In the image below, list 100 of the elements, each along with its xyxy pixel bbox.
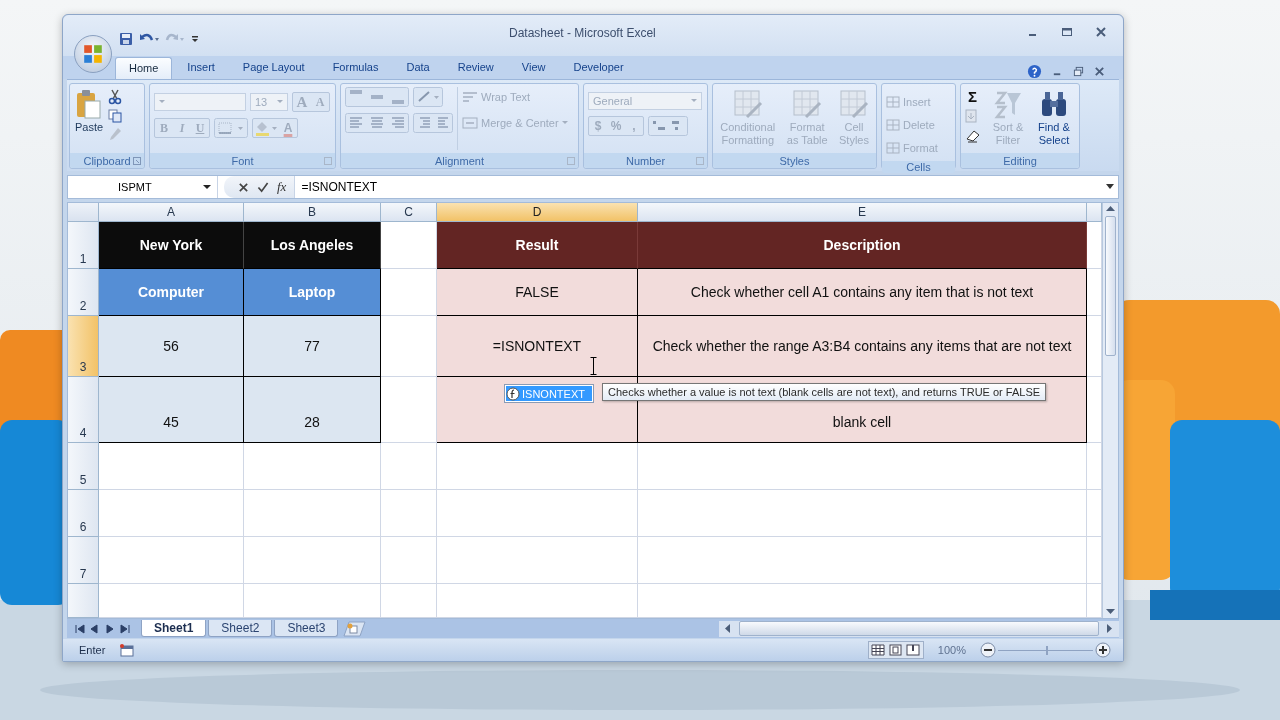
restore-icon[interactable] bbox=[1073, 66, 1084, 77]
binoculars-icon bbox=[1039, 89, 1069, 119]
sheet-tab[interactable]: Sheet2 bbox=[208, 620, 273, 637]
horizontal-scrollbar[interactable] bbox=[719, 620, 1119, 637]
zoom-slider-thumb[interactable] bbox=[1045, 645, 1048, 655]
cells-icon bbox=[886, 96, 900, 108]
view-buttons-icon[interactable] bbox=[867, 641, 924, 659]
ribbon-tab[interactable]: Review bbox=[444, 57, 507, 79]
status-mode: Enter bbox=[79, 644, 106, 656]
ribbon-tab[interactable]: Formulas bbox=[319, 57, 392, 79]
close-icon[interactable] bbox=[1095, 25, 1107, 38]
row-header[interactable] bbox=[68, 584, 99, 618]
group-label: Editing bbox=[1003, 154, 1037, 167]
caret-icon bbox=[691, 99, 697, 103]
sort-filter-icon bbox=[993, 89, 1023, 119]
table-cell: Check whether the range A3:B4 contains any items that are not text bbox=[638, 316, 1087, 377]
row-header[interactable]: 3 bbox=[68, 316, 99, 377]
ribbon-tab[interactable]: View bbox=[508, 57, 559, 79]
table-cell: 56 bbox=[99, 316, 244, 377]
check-icon[interactable] bbox=[257, 181, 269, 193]
table-cell: Los Angeles bbox=[244, 222, 381, 269]
text-cursor-icon bbox=[590, 357, 597, 375]
window-title: Datasheet - Microsoft Excel bbox=[509, 25, 657, 42]
insert-function-button[interactable]: fx bbox=[277, 179, 287, 195]
table-cell: Laptop bbox=[244, 269, 381, 316]
table-cell: Check whether cell A1 contains any item that is not text bbox=[638, 269, 1087, 316]
row-header[interactable]: 7 bbox=[68, 537, 99, 584]
ribbon-tab[interactable]: Developer bbox=[560, 57, 637, 79]
table-style-icon bbox=[792, 89, 823, 119]
group-label: Clipboard bbox=[83, 154, 131, 167]
save-icon[interactable] bbox=[119, 31, 133, 46]
caret-icon bbox=[203, 184, 211, 190]
sheet-tab[interactable]: Sheet1 bbox=[141, 620, 207, 637]
group-label: Styles bbox=[779, 154, 810, 167]
caret-icon bbox=[561, 121, 568, 125]
row-header[interactable]: 5 bbox=[68, 443, 99, 490]
autosum-button[interactable]: Σ bbox=[965, 87, 983, 105]
close-icon[interactable] bbox=[1094, 66, 1105, 77]
wrap-text-icon bbox=[462, 90, 478, 104]
row-header[interactable]: 1 bbox=[68, 222, 99, 269]
formula-field[interactable]: =ISNONTEXT bbox=[301, 180, 1099, 194]
zoom-out-icon[interactable] bbox=[980, 642, 996, 658]
table-cell bbox=[381, 490, 437, 537]
cut-icon[interactable] bbox=[108, 89, 123, 105]
table-style-icon bbox=[839, 89, 869, 119]
zoom-level[interactable]: 100% bbox=[937, 644, 966, 656]
sheet-tab[interactable]: Sheet3 bbox=[274, 620, 339, 637]
ribbon-tab[interactable]: Data bbox=[393, 57, 443, 79]
row-header[interactable]: 4 bbox=[68, 377, 99, 443]
table-cell: Result bbox=[437, 222, 638, 269]
cells-icon bbox=[886, 142, 900, 154]
clipboard-icon bbox=[75, 89, 104, 119]
orientation-icon[interactable] bbox=[413, 87, 443, 107]
table-cell: 45 bbox=[99, 377, 244, 443]
column-header[interactable]: E bbox=[638, 203, 1087, 222]
column-header[interactable]: B bbox=[244, 203, 381, 222]
macro-record-icon[interactable] bbox=[119, 643, 136, 657]
ribbon-tab[interactable]: Insert bbox=[174, 57, 228, 79]
paste-button[interactable]: Paste bbox=[74, 87, 105, 136]
column-header[interactable]: D bbox=[437, 203, 638, 222]
cancel-icon[interactable] bbox=[238, 181, 249, 193]
table-cell: Computer bbox=[99, 269, 244, 316]
group-label: Alignment bbox=[435, 154, 484, 167]
ribbon-tab[interactable]: Home bbox=[115, 57, 173, 79]
row-header[interactable]: 6 bbox=[68, 490, 99, 537]
scroll-thumb[interactable] bbox=[1105, 216, 1116, 356]
group-label: Number bbox=[625, 154, 666, 167]
merge-cells-icon bbox=[462, 116, 478, 130]
zoom-in-icon[interactable] bbox=[1095, 642, 1111, 658]
row-header[interactable]: 2 bbox=[68, 269, 99, 316]
table-cell bbox=[381, 584, 437, 618]
insert-sheet-icon[interactable] bbox=[340, 620, 367, 637]
table-cell bbox=[381, 443, 437, 490]
table-cell bbox=[381, 537, 437, 584]
name-box[interactable]: ISPMT bbox=[68, 176, 218, 198]
table-cell: FALSE bbox=[437, 269, 638, 316]
dialog-launcher-icon[interactable] bbox=[133, 156, 141, 165]
copy-icon[interactable] bbox=[108, 109, 123, 123]
customize-icon[interactable] bbox=[191, 33, 199, 44]
tooltip: Checks whether a value is not text (blank cells are not text), and returns TRUE or FALSE bbox=[602, 383, 1047, 401]
vertical-scrollbar[interactable] bbox=[1102, 203, 1118, 618]
column-header[interactable]: A bbox=[99, 203, 244, 222]
group-label: Cells bbox=[906, 161, 931, 173]
maximize-icon[interactable] bbox=[1061, 25, 1073, 38]
scroll-right-icon[interactable] bbox=[1107, 624, 1113, 633]
group-label: Font bbox=[231, 154, 254, 167]
help-icon[interactable] bbox=[1027, 64, 1042, 79]
table-cell: 77 bbox=[244, 316, 381, 377]
scroll-thumb[interactable] bbox=[739, 621, 1099, 636]
table-cell: Description bbox=[638, 222, 1087, 269]
column-header[interactable]: C bbox=[381, 203, 437, 222]
table-style-icon bbox=[732, 89, 763, 119]
table-cell: New York bbox=[99, 222, 244, 269]
ribbon-tab[interactable]: Page Layout bbox=[229, 57, 318, 79]
caret-icon bbox=[159, 100, 165, 104]
scroll-down-icon[interactable] bbox=[1106, 609, 1115, 615]
find-select-button[interactable]: Find & Select bbox=[1033, 87, 1075, 149]
table-cell: =ISNONTEXT bbox=[437, 316, 638, 377]
scroll-left-icon[interactable] bbox=[725, 624, 731, 633]
scroll-up-icon[interactable] bbox=[1106, 206, 1115, 212]
